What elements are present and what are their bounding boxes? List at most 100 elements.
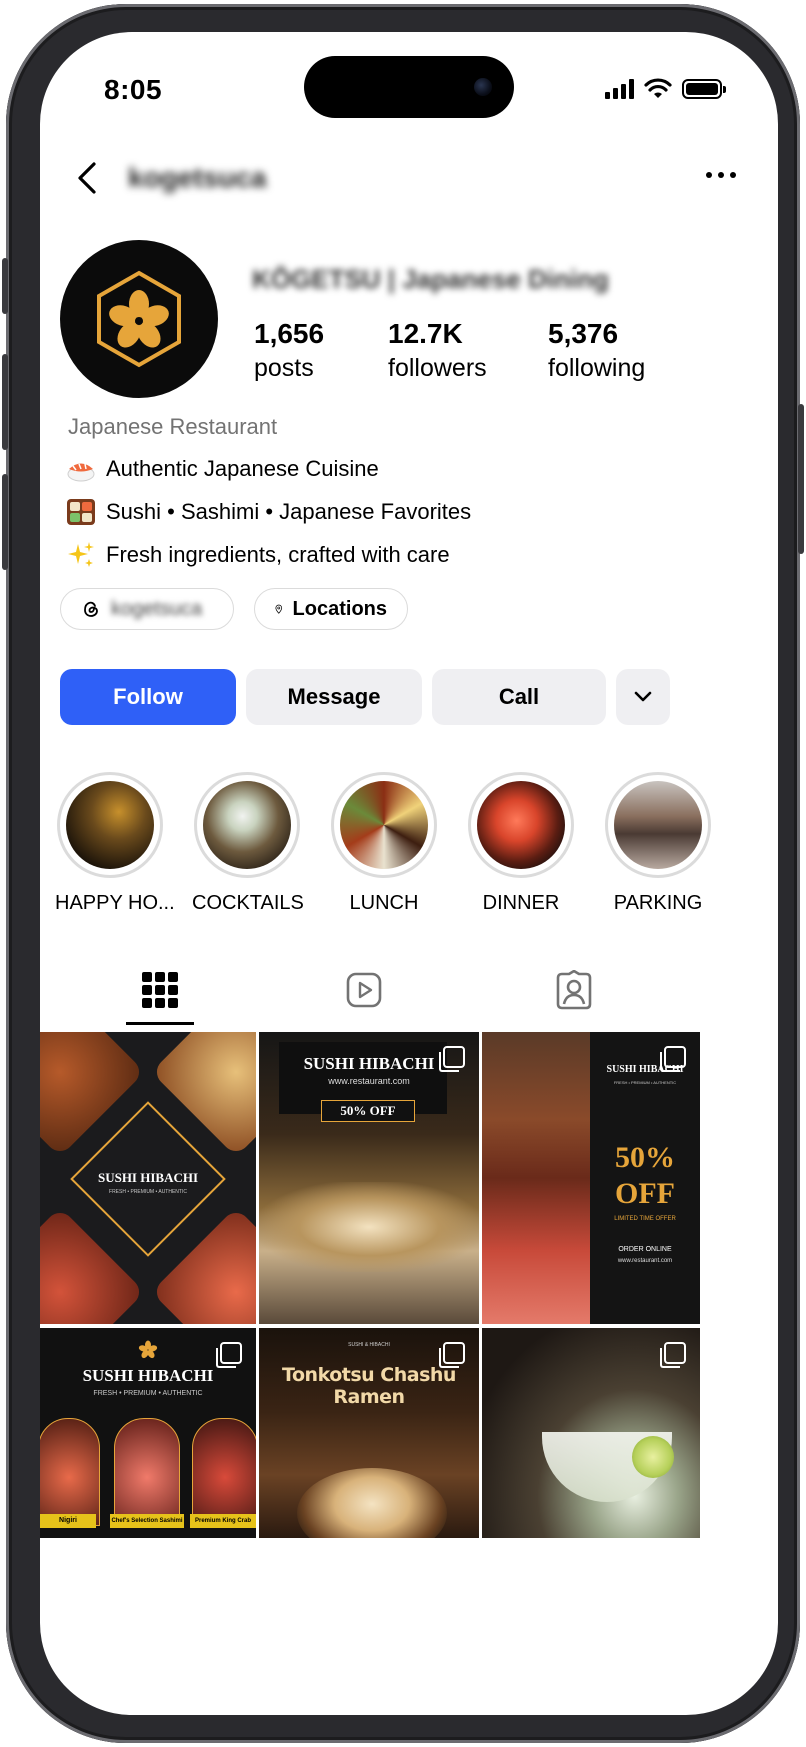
highlight-cover — [66, 781, 154, 869]
stat-count: 12.7K — [388, 318, 463, 349]
sparkles-icon — [66, 540, 96, 570]
volume-up-button — [2, 354, 8, 450]
bio-line: Fresh ingredients, crafted with care — [66, 540, 450, 570]
stat-label: posts — [254, 354, 314, 382]
highlight-label: HAPPY HO... — [55, 892, 175, 914]
dynamic-island — [304, 56, 514, 118]
locations-label: Locations — [292, 597, 387, 620]
highlight-label: LUNCH — [349, 892, 419, 914]
highlight-label: COCKTAILS — [192, 892, 304, 914]
post-thumbnail[interactable]: SUSHI HIBACHI www.restaurant.com 50% OFF — [259, 1032, 479, 1324]
cherry-blossom-logo-icon — [97, 270, 181, 368]
location-pin-icon — [275, 604, 283, 614]
post-caption: Chef's Selection Sashimi — [110, 1514, 184, 1528]
highlight-cover — [340, 781, 428, 869]
wifi-icon — [644, 78, 672, 98]
post-thumbnail[interactable]: SUSHI HIBACHI FRESH • PREMIUM • AUTHENTI… — [40, 1328, 256, 1538]
profile-tabs — [40, 960, 778, 1030]
power-button — [798, 404, 804, 554]
phone-frame: 8:05 kogetsuca KŌGETSU | Japanese Dining… — [2, 4, 804, 1743]
highlight-ring — [605, 772, 711, 878]
profile-category: Japanese Restaurant — [68, 414, 278, 439]
bento-icon — [66, 497, 96, 527]
bio-text: Sushi • Sashimi • Japanese Favorites — [106, 499, 472, 524]
following-stat[interactable]: 5,376 following — [548, 318, 645, 383]
post-thumbnail[interactable]: SUSHI HIBACHI FRESH • PREMIUM • AUTHENTI… — [482, 1032, 700, 1324]
highlight-cover — [614, 781, 702, 869]
threads-link[interactable]: kogetsuca — [60, 588, 234, 630]
carousel-icon — [439, 1342, 465, 1368]
battery-icon — [682, 79, 726, 99]
post-promo-sub: LIMITED TIME OFFER — [614, 1216, 676, 1222]
highlight-label: PARKING — [613, 892, 703, 914]
post-title: SUSHI HIBACHI — [82, 1366, 214, 1385]
post-thumbnail[interactable]: SUSHI & HIBACHI Tonkotsu Chashu Ramen — [259, 1328, 479, 1538]
front-camera — [474, 78, 492, 96]
post-caption: Nigiri — [40, 1514, 96, 1528]
threads-icon — [84, 601, 98, 617]
highlight-cover — [203, 781, 291, 869]
screen: 8:05 kogetsuca KŌGETSU | Japanese Dining… — [40, 32, 778, 1715]
call-button[interactable]: Call — [432, 669, 606, 725]
posts-stat[interactable]: 1,656 posts — [254, 318, 324, 383]
profile-header: kogetsuca — [40, 150, 778, 210]
display-name: KŌGETSU | Japanese Dining — [252, 264, 609, 294]
cellular-signal-icon — [605, 79, 634, 99]
highlight-ring — [57, 772, 163, 878]
stat-label: followers — [388, 354, 487, 382]
bio-line: Authentic Japanese Cuisine — [66, 454, 379, 484]
followers-stat[interactable]: 12.7K followers — [388, 318, 487, 383]
threads-handle: kogetsuca — [111, 597, 203, 620]
post-thumbnail[interactable]: SUSHI HIBACHI FRESH • PREMIUM • AUTHENTI… — [40, 1032, 256, 1324]
follow-button[interactable]: Follow — [60, 669, 236, 725]
post-title: SUSHI HIBACHI — [97, 1170, 199, 1185]
highlight-ring — [468, 772, 574, 878]
stat-label: following — [548, 354, 646, 382]
highlight-ring — [194, 772, 300, 878]
carousel-icon — [660, 1342, 686, 1368]
suggested-accounts-button[interactable] — [616, 669, 670, 725]
post-subtitle: FRESH • PREMIUM • AUTHENTIC — [109, 1189, 187, 1195]
cherry-blossom-logo-icon — [138, 1340, 158, 1359]
status-time: 8:05 — [104, 74, 163, 105]
post-url: www.restaurant.com — [328, 1076, 410, 1086]
grid-tab-icon[interactable] — [140, 970, 180, 1010]
highlight-happy-hour[interactable]: HAPPY HO... — [55, 772, 175, 915]
volume-down-button — [2, 474, 8, 570]
username: kogetsuca — [128, 162, 267, 193]
carousel-icon — [439, 1046, 465, 1072]
bio-text: Authentic Japanese Cuisine — [106, 456, 379, 481]
bio-text: Fresh ingredients, crafted with care — [106, 542, 450, 567]
tagged-tab-icon[interactable] — [554, 970, 594, 1010]
stat-count: 1,656 — [254, 318, 325, 349]
highlight-label: DINNER — [482, 892, 560, 914]
avatar[interactable] — [60, 240, 218, 398]
highlight-cocktails[interactable]: COCKTAILS — [192, 772, 304, 915]
highlight-lunch[interactable]: LUNCH — [329, 772, 439, 915]
post-title: Tonkotsu Chashu Ramen — [282, 1364, 456, 1408]
back-arrow-icon[interactable] — [68, 158, 108, 198]
bio-line: Sushi • Sashimi • Japanese Favorites — [66, 497, 471, 527]
post-badge: 50% OFF — [321, 1100, 415, 1122]
chevron-down-icon — [634, 691, 652, 702]
post-thumbnail[interactable] — [482, 1328, 700, 1538]
reels-tab-icon[interactable] — [344, 970, 384, 1010]
post-url: www.restaurant.com — [617, 1258, 673, 1264]
post-promo: 50% OFF — [615, 1141, 675, 1210]
highlight-parking[interactable]: PARKING — [603, 772, 713, 915]
message-button[interactable]: Message — [246, 669, 422, 725]
status-icons — [605, 78, 726, 100]
posts-grid: SUSHI HIBACHI FRESH • PREMIUM • AUTHENTI… — [40, 1032, 778, 1715]
carousel-icon — [216, 1342, 242, 1368]
post-subtitle: FRESH • PREMIUM • AUTHENTIC — [613, 1080, 677, 1085]
highlight-dinner[interactable]: DINNER — [466, 772, 576, 915]
post-cta: ORDER ONLINE — [618, 1246, 672, 1253]
post-subtitle: FRESH • PREMIUM • AUTHENTIC — [93, 1390, 203, 1397]
more-options-icon[interactable] — [706, 172, 736, 178]
carousel-icon — [660, 1046, 686, 1072]
highlight-cover — [477, 781, 565, 869]
post-caption: Premium King Crab — [190, 1514, 256, 1528]
highlight-ring — [331, 772, 437, 878]
stat-count: 5,376 — [548, 318, 619, 349]
locations-link[interactable]: Locations — [254, 588, 408, 630]
